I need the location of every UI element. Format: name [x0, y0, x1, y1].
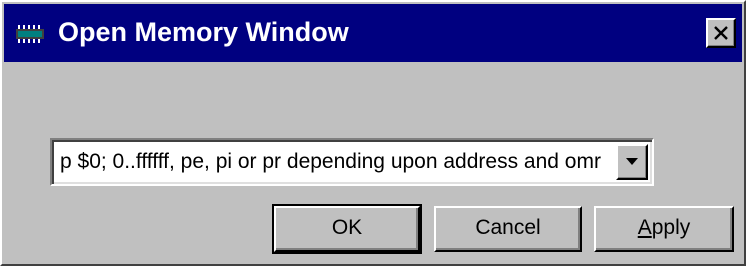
title-bar[interactable]: Open Memory Window — [4, 4, 742, 62]
chevron-down-icon — [626, 158, 638, 165]
open-memory-window-dialog: Open Memory Window p $0; 0..ffffff, pe, … — [0, 0, 746, 266]
close-icon — [714, 26, 728, 40]
close-button[interactable] — [706, 18, 736, 48]
cancel-button[interactable]: Cancel — [434, 206, 582, 252]
apply-button[interactable]: Apply — [594, 206, 734, 252]
address-input[interactable]: p $0; 0..ffffff, pe, pi or pr depending … — [60, 150, 620, 174]
ok-button-label: OK — [331, 216, 363, 239]
ok-button[interactable]: OK — [272, 204, 422, 254]
address-combobox[interactable]: p $0; 0..ffffff, pe, pi or pr depending … — [50, 138, 654, 186]
window-title: Open Memory Window — [58, 17, 349, 47]
memory-chip-icon — [14, 25, 46, 43]
apply-button-label: pply — [651, 216, 691, 239]
apply-button-accelerator: A — [637, 216, 652, 239]
dropdown-button[interactable] — [616, 144, 648, 180]
cancel-button-label: Cancel — [475, 216, 541, 239]
